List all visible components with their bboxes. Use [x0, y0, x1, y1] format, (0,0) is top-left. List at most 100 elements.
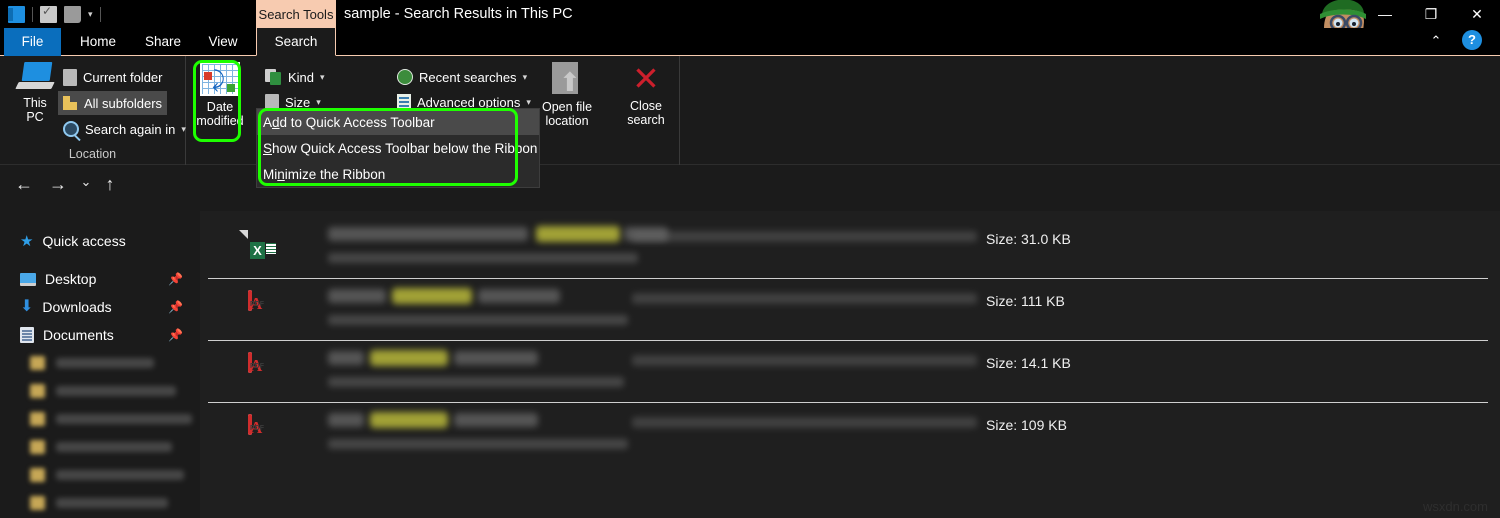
- calendar-icon: ⤸: [200, 62, 240, 96]
- file-size: Size: 14.1 KB: [986, 355, 1071, 371]
- table-row[interactable]: A PDF Size: 14.1 KB: [200, 341, 1500, 403]
- help-button[interactable]: ?: [1462, 30, 1482, 50]
- sidebar-item-blurred[interactable]: [30, 490, 190, 518]
- quick-access-context-menu[interactable]: Add to Quick Access Toolbar Show Quick A…: [256, 108, 540, 188]
- menu-item-prefix: A: [263, 114, 273, 130]
- all-subfolders-label: All subfolders: [84, 95, 163, 111]
- chevron-down-icon: ▾: [316, 96, 321, 107]
- tab-file[interactable]: File: [4, 28, 61, 56]
- window-controls[interactable]: — ❐ ✕: [1362, 0, 1500, 28]
- file-size: Size: 111 KB: [986, 293, 1065, 309]
- table-row[interactable]: X Size: 31.0 KB: [200, 217, 1500, 279]
- download-icon: ⬇: [20, 298, 34, 315]
- search-again-in-label: Search again in: [85, 121, 176, 137]
- close-button[interactable]: ✕: [1454, 0, 1500, 28]
- close-search-button[interactable]: ✕ Close search: [611, 62, 681, 140]
- this-pc-button[interactable]: This PC: [4, 62, 66, 140]
- pdf-file-icon: A PDF: [248, 414, 264, 436]
- tab-search[interactable]: Search: [256, 28, 336, 56]
- file-size: Size: 109 KB: [986, 417, 1067, 433]
- file-meta: [328, 439, 628, 449]
- back-button[interactable]: ←: [12, 174, 36, 196]
- search-again-in-button[interactable]: Search again in ▾: [58, 117, 191, 141]
- sidebar-item-desktop[interactable]: Desktop: [20, 265, 96, 293]
- kind-button[interactable]: Kind ▾: [260, 65, 330, 89]
- search-match-highlight: [392, 288, 472, 304]
- pdf-file-icon: A PDF: [248, 352, 264, 374]
- ribbon: This PC Current folder All subfolders Se…: [0, 56, 1500, 165]
- menu-item-accelerator: d: [272, 114, 280, 130]
- open-file-location-label-line1: Open file: [541, 100, 593, 114]
- file-name: [328, 289, 386, 303]
- sidebar-item-quick-access[interactable]: ★ Quick access: [20, 227, 126, 255]
- close-icon: ✕: [632, 60, 660, 97]
- recent-searches-button[interactable]: Recent searches ▾: [392, 65, 532, 89]
- desktop-icon: [20, 272, 36, 286]
- search-match-highlight: [536, 226, 620, 242]
- sidebar-item-label: Desktop: [45, 271, 97, 287]
- file-path-snippet: [632, 231, 977, 242]
- sidebar-item-label: Documents: [43, 327, 114, 343]
- open-file-location-button[interactable]: ⬆ Open file location: [532, 62, 602, 140]
- tab-share[interactable]: Share: [134, 28, 192, 56]
- menu-item-accelerator: S: [263, 140, 273, 156]
- quick-access-toolbar[interactable]: [8, 3, 101, 25]
- recent-locations-button[interactable]: ⌄: [76, 174, 96, 196]
- pin-icon: 📌: [168, 300, 183, 314]
- divider: [99, 6, 101, 22]
- address-bar: ← → ⌄ ↑ › Search Re ⌄ ↻ sample ✕ →: [0, 165, 1500, 365]
- forward-button[interactable]: →: [46, 174, 70, 196]
- sidebar-item-downloads[interactable]: ⬇ Downloads: [20, 293, 112, 321]
- explorer-icon[interactable]: [8, 5, 25, 23]
- sidebar-item-blurred[interactable]: [30, 406, 192, 434]
- kind-label: Kind: [288, 69, 315, 85]
- chevron-down-icon[interactable]: [88, 6, 93, 23]
- close-search-label-line1: Close: [630, 99, 662, 113]
- tab-view[interactable]: View: [198, 28, 248, 56]
- recent-searches-label: Recent searches: [419, 69, 517, 85]
- sidebar-item-label: Quick access: [42, 233, 126, 249]
- up-button[interactable]: ↑: [100, 174, 120, 196]
- date-modified-label-line1: Date: [206, 100, 234, 114]
- file-path-snippet: [632, 293, 977, 304]
- file-path-snippet: [632, 355, 977, 366]
- properties-icon[interactable]: [40, 4, 57, 23]
- date-modified-label-line2: modified: [196, 114, 244, 128]
- search-match-highlight: [370, 412, 448, 428]
- documents-icon: [20, 327, 34, 343]
- date-modified-button[interactable]: ⤸ Date modified: [192, 62, 248, 140]
- open-file-location-label-line2: location: [545, 114, 589, 128]
- file-size: Size: 31.0 KB: [986, 231, 1071, 247]
- file-name-tail: [454, 351, 538, 365]
- menu-item-add-to-quick-access-toolbar[interactable]: Add to Quick Access Toolbar: [257, 109, 539, 135]
- all-subfolders-button[interactable]: All subfolders: [58, 91, 168, 115]
- sidebar-item-blurred[interactable]: [30, 434, 190, 462]
- divider: [32, 6, 33, 22]
- file-meta: [328, 253, 638, 263]
- sidebar-item-blurred[interactable]: [30, 378, 190, 406]
- menu-item-minimize-the-ribbon[interactable]: Mi n imize the Ribbon: [257, 161, 539, 187]
- table-row[interactable]: A PDF Size: 109 KB: [200, 403, 1500, 465]
- open-folder-icon: ⬆: [550, 62, 584, 96]
- current-folder-button[interactable]: Current folder: [58, 65, 167, 89]
- collapse-ribbon-button[interactable]: ⌃: [1424, 30, 1448, 52]
- menu-item-prefix: Mi: [263, 166, 278, 182]
- new-folder-icon[interactable]: [64, 5, 81, 23]
- restore-button[interactable]: ❐: [1408, 0, 1454, 28]
- navigation-pane: ★ Quick access Desktop 📌 ⬇ Downloads 📌 D…: [0, 211, 200, 518]
- tab-home[interactable]: Home: [68, 28, 128, 56]
- sidebar-item-documents[interactable]: Documents: [20, 321, 114, 349]
- star-icon: ★: [20, 233, 34, 250]
- sidebar-item-blurred[interactable]: [30, 350, 190, 378]
- menu-item-show-quick-access-toolbar-below-ribbon[interactable]: Show Quick Access Toolbar below the Ribb…: [257, 135, 539, 161]
- minimize-button[interactable]: —: [1362, 0, 1408, 28]
- pdf-file-icon: A PDF: [248, 290, 264, 312]
- clock-icon: [397, 69, 413, 85]
- ribbon-group-location: This PC Current folder All subfolders Se…: [0, 56, 186, 165]
- sidebar-item-blurred[interactable]: [30, 462, 190, 490]
- search-icon: [63, 121, 79, 137]
- pin-icon: 📌: [168, 272, 183, 286]
- table-row[interactable]: A PDF Size: 111 KB: [200, 279, 1500, 341]
- contextual-tab-header: Search Tools: [256, 0, 336, 28]
- file-meta: [328, 377, 624, 387]
